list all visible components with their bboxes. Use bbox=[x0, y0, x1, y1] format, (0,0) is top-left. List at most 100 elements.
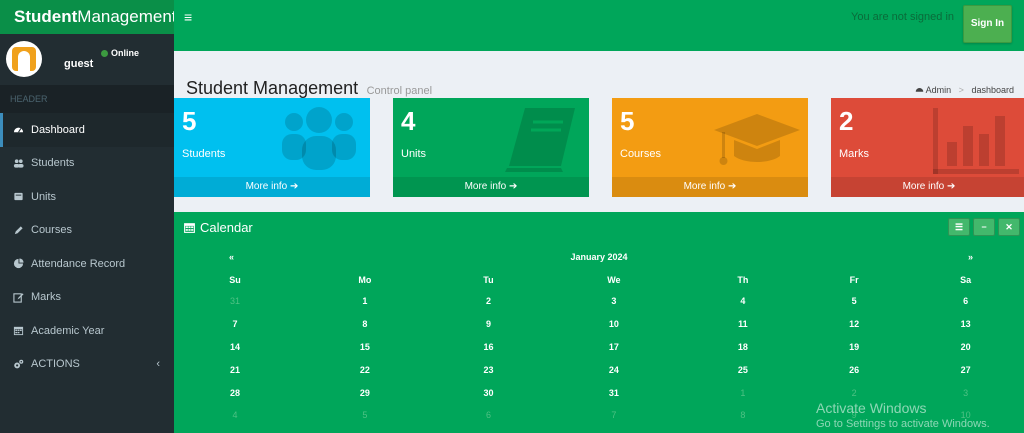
calendar-day[interactable]: 29 bbox=[296, 381, 434, 404]
calendar-title-label: Calendar bbox=[200, 220, 253, 235]
sidebar-item-actions[interactable]: ACTIONS ‹ bbox=[0, 348, 174, 382]
courses-more-info-link[interactable]: More info ➔ bbox=[612, 177, 808, 197]
calendar-day[interactable]: 26 bbox=[801, 358, 907, 381]
arrow-circle-right-icon: ➔ bbox=[290, 181, 299, 192]
calendar-day[interactable]: 14 bbox=[174, 336, 296, 359]
minus-icon: − bbox=[981, 222, 987, 232]
calendar-day[interactable]: 9 bbox=[434, 313, 543, 336]
calendar-day[interactable]: 20 bbox=[907, 336, 1024, 359]
sidebar-item-label: Students bbox=[31, 157, 75, 170]
calendar-day[interactable]: 24 bbox=[543, 358, 684, 381]
sidebar-item-students[interactable]: Students bbox=[0, 147, 174, 181]
menu-button[interactable]: ☰ bbox=[948, 218, 970, 236]
calendar-day[interactable]: 7 bbox=[174, 313, 296, 336]
calendar-day[interactable]: 2 bbox=[434, 290, 543, 313]
dashboard-icon bbox=[13, 127, 24, 133]
marks-more-info-link[interactable]: More info ➔ bbox=[831, 177, 1024, 197]
calendar-day[interactable]: 22 bbox=[296, 358, 434, 381]
calendar-day[interactable]: 16 bbox=[434, 336, 543, 359]
more-info-label: More info bbox=[245, 181, 288, 192]
calendar-day[interactable]: 18 bbox=[685, 336, 802, 359]
calendar-day[interactable]: 5 bbox=[801, 290, 907, 313]
calendar-week-row: 14 15 16 17 18 19 20 bbox=[174, 336, 1024, 359]
sidebar-item-units[interactable]: Units bbox=[0, 180, 174, 214]
calendar-day[interactable]: 1 bbox=[685, 381, 802, 404]
online-status-label: Online bbox=[111, 48, 140, 58]
calendar-day[interactable]: 6 bbox=[434, 404, 543, 427]
marks-count: 2 bbox=[839, 106, 854, 136]
calendar-day[interactable]: 31 bbox=[543, 381, 684, 404]
calendar-day[interactable]: 3 bbox=[543, 290, 684, 313]
breadcrumb: Admin > dashboard bbox=[915, 85, 1014, 95]
weekday-header: We bbox=[607, 275, 621, 285]
calendar-day[interactable]: 4 bbox=[174, 404, 296, 427]
sidebar-toggle-icon[interactable]: ≡ bbox=[184, 9, 192, 25]
collapse-button[interactable]: − bbox=[973, 218, 995, 236]
next-month-button[interactable]: » bbox=[968, 252, 973, 262]
top-navbar: ≡ You are not signed in Sign In bbox=[174, 0, 1024, 51]
pie-chart-icon bbox=[13, 258, 24, 269]
edit-icon bbox=[13, 293, 24, 303]
calendar-day[interactable]: 10 bbox=[543, 313, 684, 336]
calendar-day[interactable]: 19 bbox=[801, 336, 907, 359]
calendar-day[interactable]: 4 bbox=[685, 290, 802, 313]
calendar-day[interactable]: 27 bbox=[907, 358, 1024, 381]
page-title: Student Management bbox=[186, 78, 359, 98]
calendar-day[interactable]: 11 bbox=[685, 313, 802, 336]
breadcrumb-separator: > bbox=[958, 85, 964, 95]
calendar-day[interactable]: 30 bbox=[434, 381, 543, 404]
calendar-week-row: 7 8 9 10 11 12 13 bbox=[174, 313, 1024, 336]
calendar-month[interactable]: January 2024 bbox=[174, 252, 1024, 262]
close-button[interactable]: ✕ bbox=[998, 218, 1020, 236]
calendar-day[interactable]: 31 bbox=[174, 290, 296, 313]
online-dot-icon bbox=[101, 50, 108, 57]
calendar-day[interactable]: 23 bbox=[434, 358, 543, 381]
students-more-info-link[interactable]: More info ➔ bbox=[174, 177, 370, 197]
cogs-icon bbox=[14, 359, 24, 369]
calendar-day[interactable]: 6 bbox=[907, 290, 1024, 313]
calendar-day[interactable]: 7 bbox=[543, 404, 684, 427]
sidebar-item-label: Academic Year bbox=[31, 324, 105, 337]
weekday-header: Fr bbox=[849, 275, 859, 285]
more-info-label: More info bbox=[902, 181, 945, 192]
bars-icon: ☰ bbox=[954, 222, 964, 232]
sign-in-button[interactable]: Sign In bbox=[963, 5, 1012, 43]
sidebar-item-academic-year[interactable]: Academic Year bbox=[0, 314, 174, 348]
calendar-day[interactable]: 8 bbox=[685, 404, 802, 427]
arrow-circle-right-icon: ➔ bbox=[509, 181, 518, 192]
app-logo[interactable]: StudentManagement bbox=[0, 0, 177, 34]
arrow-circle-right-icon: ➔ bbox=[947, 181, 956, 192]
chevron-left-icon[interactable]: ‹ bbox=[156, 358, 160, 370]
calendar-day[interactable]: 12 bbox=[801, 313, 907, 336]
calendar-day[interactable]: 21 bbox=[174, 358, 296, 381]
weekday-header: Sa bbox=[960, 275, 972, 285]
weekday-header: Tu bbox=[483, 275, 494, 285]
units-more-info-link[interactable]: More info ➔ bbox=[393, 177, 589, 197]
calendar-day[interactable]: 28 bbox=[174, 381, 296, 404]
calendar-day[interactable]: 5 bbox=[296, 404, 434, 427]
avatar bbox=[6, 41, 42, 77]
calendar-day[interactable]: 15 bbox=[296, 336, 434, 359]
username: guest bbox=[64, 58, 94, 70]
calendar-day[interactable]: 25 bbox=[685, 358, 802, 381]
calendar-day[interactable]: 17 bbox=[543, 336, 684, 359]
students-count: 5 bbox=[182, 106, 197, 136]
sidebar-item-attendance-record[interactable]: Attendance Record bbox=[0, 247, 174, 281]
logo-bold-text: Student bbox=[14, 7, 78, 26]
sidebar-item-marks[interactable]: Marks bbox=[0, 281, 174, 315]
units-count: 4 bbox=[401, 106, 416, 136]
dashboard-icon bbox=[915, 85, 924, 94]
sidebar-item-dashboard[interactable]: Dashboard bbox=[0, 113, 174, 147]
sidebar-item-label: Dashboard bbox=[31, 123, 85, 136]
calendar-day[interactable]: 1 bbox=[296, 290, 434, 313]
calendar-day[interactable]: 13 bbox=[907, 313, 1024, 336]
calendar-tools: ☰ − ✕ bbox=[948, 218, 1020, 236]
breadcrumb-home[interactable]: Admin bbox=[926, 85, 952, 95]
weekday-header: Su bbox=[229, 275, 241, 285]
sidebar-item-courses[interactable]: Courses bbox=[0, 214, 174, 248]
watermark-title: Activate Windows bbox=[816, 400, 927, 416]
bar-chart-icon bbox=[933, 108, 1019, 174]
units-label: Units bbox=[401, 148, 427, 160]
calendar-day[interactable]: 8 bbox=[296, 313, 434, 336]
calendar-week-row: 21 22 23 24 25 26 27 bbox=[174, 358, 1024, 381]
